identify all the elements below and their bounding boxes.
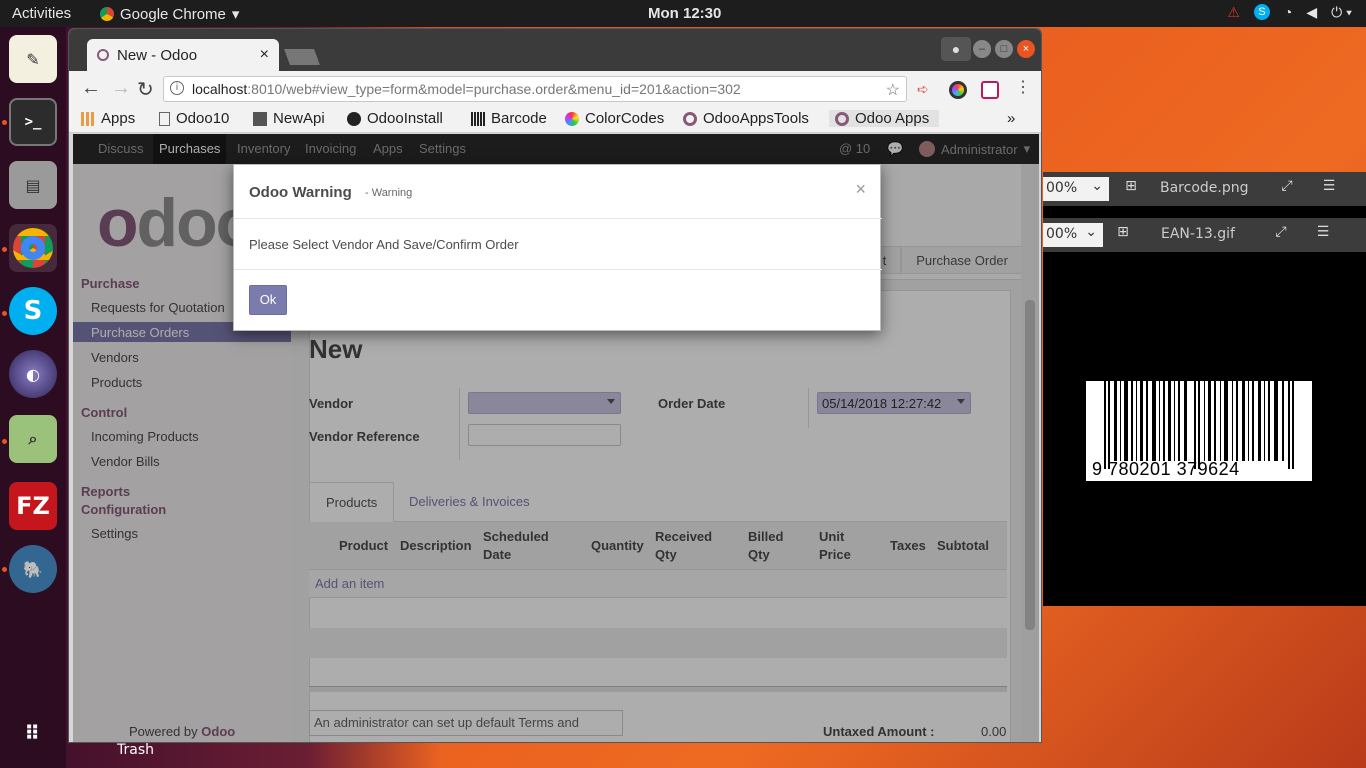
browser-tab-active[interactable]: New - Odoo × — [87, 39, 279, 71]
viewer-filename-bottom: EAN-13.gif — [1161, 226, 1235, 242]
reload-icon[interactable]: ↻ — [137, 77, 154, 102]
minimize-button[interactable]: – — [973, 40, 991, 58]
back-arrow-icon[interactable]: ← — [81, 77, 101, 100]
skype-dock-icon[interactable]: S — [9, 287, 57, 335]
show-apps-icon[interactable]: ⠿ — [9, 709, 57, 757]
chrome-menu-icon[interactable]: ⋮ — [1015, 77, 1031, 97]
dialog-subtitle: - Warning — [365, 187, 413, 199]
add-icon[interactable]: ⊞ — [1117, 178, 1145, 200]
fullscreen-icon[interactable]: ⤢ — [1267, 224, 1295, 246]
new-tab-button[interactable] — [284, 49, 320, 65]
extension-arrow-icon[interactable]: ➪ — [917, 81, 935, 99]
apps-grid-icon — [81, 111, 95, 126]
wifi-icon[interactable]: ◔ — [1284, 4, 1292, 21]
skype-tray-icon[interactable]: S — [1253, 4, 1270, 20]
book-icon — [253, 111, 267, 126]
chevron-down-icon: ▾ — [231, 6, 240, 23]
menu-icon[interactable]: ☰ — [1309, 224, 1337, 246]
bookmark-apps[interactable]: Apps — [81, 110, 135, 127]
chrome-window: New - Odoo × ● – □ × ← → ↻ i localhost:8… — [68, 28, 1042, 743]
menu-icon[interactable]: ☰ — [1315, 178, 1343, 200]
dialog-header: Odoo Warning - Warning × — [234, 165, 882, 219]
terminal-icon[interactable]: >_ — [9, 98, 57, 146]
bookmarks-overflow-button[interactable]: » — [1007, 110, 1015, 127]
color-wheel-icon — [565, 111, 579, 126]
activities-button[interactable]: Activities — [12, 5, 71, 22]
tab-title: New - Odoo — [117, 47, 198, 64]
address-bar[interactable]: i localhost:8010/web#view_type=form&mode… — [163, 76, 907, 102]
screenshot-extension-icon[interactable] — [981, 81, 999, 99]
bookmark-odooapps[interactable]: Odoo Apps — [829, 110, 940, 127]
url-host: localhost — [192, 81, 248, 97]
zoom-dropdown-top[interactable]: 00% ⌄ — [1043, 177, 1109, 201]
maximize-button[interactable]: □ — [995, 40, 1013, 58]
clock[interactable]: Mon 12:30 — [648, 5, 721, 22]
app-name: Google Chrome — [120, 5, 226, 23]
postgresql-icon[interactable]: 🐘 — [9, 545, 57, 593]
bookmarks-bar: Apps Odoo10 NewApi OdooInstall Barcode C… — [69, 107, 1041, 133]
barcode-digits: 9 780201 379624 — [1092, 459, 1240, 479]
github-icon — [347, 111, 361, 126]
odoo-circle-icon — [683, 111, 697, 126]
chevron-down-icon: ⌄ — [1085, 224, 1097, 240]
launcher-dock: ✎ >_ ▤ S ◐ ⌕ FZ 🐘 ⠿ — [0, 27, 66, 768]
app-menu[interactable]: Google Chrome ▾ — [100, 5, 239, 23]
trash-label[interactable]: Trash — [117, 742, 154, 758]
bookmark-odooinstall[interactable]: OdooInstall — [347, 110, 443, 127]
warning-icon[interactable]: ⚠ — [1227, 4, 1240, 21]
gnome-top-bar: Activities Google Chrome ▾ Mon 12:30 ⚠ S… — [0, 0, 1366, 27]
color-picker-extension-icon[interactable] — [949, 81, 967, 99]
chrome-dock-icon[interactable] — [9, 224, 57, 272]
fullscreen-icon[interactable]: ⤢ — [1273, 178, 1301, 200]
ok-button[interactable]: Ok — [249, 285, 287, 315]
filezilla-icon[interactable]: FZ — [9, 482, 57, 530]
window-controls: – □ × — [973, 40, 1035, 58]
bookmark-odoo10[interactable]: Odoo10 — [159, 110, 229, 127]
odoo-page: Discuss Purchases Inventory Invoicing Ap… — [73, 134, 1039, 742]
forward-arrow-icon[interactable]: → — [111, 77, 131, 100]
eclipse-icon[interactable]: ◐ — [9, 350, 57, 398]
image-viewer-icon[interactable]: ⌕ — [9, 415, 57, 463]
close-icon[interactable]: × — [855, 179, 866, 200]
bookmark-odooappstools[interactable]: OdooAppsTools — [683, 110, 809, 127]
add-icon[interactable]: ⊞ — [1109, 224, 1137, 246]
profile-icon[interactable]: ● — [941, 37, 971, 61]
dialog-title: Odoo Warning — [249, 184, 352, 201]
dialog-footer — [234, 269, 882, 270]
bookmark-newapi[interactable]: NewApi — [253, 110, 325, 127]
viewer-filename-top: Barcode.png — [1160, 180, 1249, 196]
text-editor-icon[interactable]: ✎ — [9, 35, 57, 83]
viewer-header-bottom: 00% ⌄ ⊞ EAN-13.gif ⤢ ☰ — [1043, 218, 1366, 252]
url-path: :8010/web#view_type=form&model=purchase.… — [247, 81, 741, 97]
ean13-barcode-image: 9 780201 379624 — [1086, 381, 1312, 481]
bookmark-colorcodes[interactable]: ColorCodes — [565, 110, 664, 127]
power-icon[interactable]: ⏻ ▾ — [1331, 4, 1352, 21]
dialog-message: Please Select Vendor And Save/Confirm Or… — [249, 237, 519, 252]
close-tab-icon[interactable]: × — [260, 46, 269, 64]
zoom-dropdown-bottom[interactable]: 00% ⌄ — [1043, 223, 1103, 247]
odoo-favicon-icon — [97, 49, 109, 61]
close-window-button[interactable]: × — [1017, 40, 1035, 58]
browser-toolbar: ← → ↻ i localhost:8010/web#view_type=for… — [69, 71, 1041, 107]
bookmark-star-icon[interactable]: ☆ — [886, 80, 900, 100]
tab-strip: New - Odoo × ● – □ × — [69, 29, 1041, 71]
page-icon — [159, 111, 170, 126]
viewer-header-top: 00% ⌄ ⊞ Barcode.png ⤢ ☰ — [1043, 172, 1366, 206]
odoo-warning-dialog: Odoo Warning - Warning × Please Select V… — [233, 164, 882, 331]
odoo-circle-icon — [835, 111, 849, 126]
bookmark-barcode[interactable]: Barcode — [471, 110, 547, 127]
info-icon[interactable]: i — [170, 81, 184, 95]
chrome-icon — [100, 7, 114, 21]
chevron-down-icon: ⌄ — [1091, 178, 1103, 194]
volume-icon[interactable]: ◀ — [1306, 4, 1317, 21]
barcode-icon — [471, 111, 485, 126]
files-icon[interactable]: ▤ — [9, 161, 57, 209]
system-tray[interactable]: ⚠ S ◔ ◀ ⏻ ▾ — [1227, 4, 1352, 21]
